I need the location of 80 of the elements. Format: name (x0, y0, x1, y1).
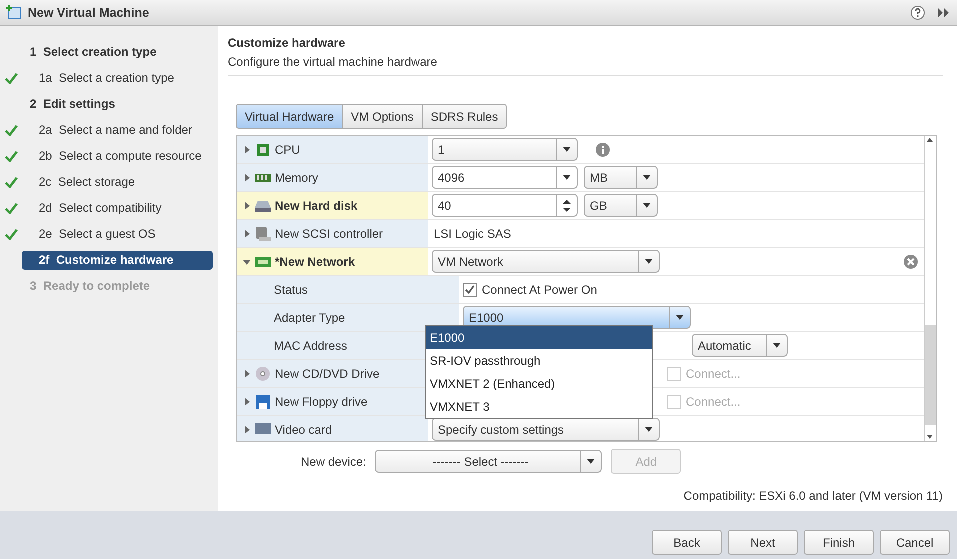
hardware-label: Memory (275, 170, 318, 184)
caret-icon (587, 459, 596, 464)
caret-icon (563, 147, 571, 152)
expand-arrow-icon[interactable] (243, 398, 251, 406)
step-group: 1 Select creation type (30, 42, 157, 62)
footer-button[interactable]: Cancel (880, 530, 950, 555)
hardware-label: CPU (275, 142, 300, 156)
expand-arrow-icon[interactable] (243, 202, 251, 210)
caret-icon (643, 175, 651, 180)
wizard-step[interactable]: 2e Select a guest OS (22, 224, 213, 244)
dropdown[interactable]: 1 (432, 138, 578, 161)
wizard-step[interactable]: 2d Select compatibility (22, 198, 213, 218)
expand-arrow-icon[interactable] (243, 230, 251, 238)
spinner-arrows-icon (563, 198, 571, 212)
network-card-icon (255, 254, 271, 268)
caret-icon (773, 343, 781, 348)
virtual-machine-icon (6, 5, 22, 20)
expand-arrow-icon[interactable] (243, 174, 251, 182)
checkbox-label: Connect At Power On (482, 282, 598, 296)
spinner-field[interactable]: 40 (432, 194, 578, 217)
wizard-step[interactable]: 1a Select a creation type (22, 68, 213, 88)
caret-icon (676, 315, 684, 320)
info-icon[interactable] (596, 142, 610, 156)
checkbox-label: Connect... (686, 366, 741, 380)
tab[interactable]: Virtual Hardware (236, 104, 344, 129)
new-device-label: New device: (301, 454, 366, 468)
hardware-label: Adapter Type (274, 310, 346, 324)
expand-icon[interactable] (937, 6, 951, 18)
hardware-label: Video card (275, 422, 332, 436)
page-title: Customize hardware (228, 36, 346, 50)
expand-arrow-icon[interactable] (243, 146, 251, 154)
window-title: New Virtual Machine (28, 6, 150, 20)
step-group: 3 Ready to complete (30, 276, 150, 296)
compatibility-text: Compatibility: ESXi 6.0 and later (VM version 11) (682, 489, 943, 503)
unit-dropdown[interactable]: MB (584, 166, 658, 189)
caret-icon (645, 259, 653, 264)
hardware-label: New Hard disk (275, 198, 358, 212)
monitor-icon (255, 422, 271, 436)
hardware-label: New SCSI controller (275, 226, 384, 240)
new-device-dropdown[interactable]: ------- Select ------- (375, 450, 602, 473)
checkbox[interactable] (463, 282, 477, 296)
wizard-step[interactable]: 2f Customize hardware (22, 250, 213, 270)
help-icon[interactable] (911, 6, 925, 20)
caret-icon (645, 427, 653, 432)
checkbox-label: Connect... (686, 394, 741, 408)
footer-button[interactable]: Finish (804, 530, 874, 555)
scroll-up-icon[interactable] (925, 136, 935, 144)
caret-icon (563, 175, 571, 180)
wizard-step[interactable]: 2b Select a compute resource (22, 146, 213, 166)
dropdown[interactable]: Specify custom settings (432, 418, 660, 441)
step-group: 2 Edit settings (30, 94, 116, 114)
scrollbar[interactable] (924, 136, 936, 441)
hardware-label: Status (274, 282, 308, 296)
chip-icon (255, 142, 271, 156)
floppy-icon (255, 394, 271, 408)
controller-icon (255, 226, 271, 240)
hardware-label: New CD/DVD Drive (275, 366, 380, 380)
value-text: LSI Logic SAS (433, 226, 512, 240)
caret-icon (643, 203, 651, 208)
wizard-step[interactable]: 2c Select storage (22, 172, 213, 192)
wizard-step[interactable]: 2a Select a name and folder (22, 120, 213, 140)
combo-field[interactable]: 4096 (432, 166, 578, 189)
footer-button[interactable]: Next (728, 530, 798, 555)
page-subtitle: Configure the virtual machine hardware (228, 55, 943, 76)
tab[interactable]: VM Options (342, 104, 423, 129)
tab[interactable]: SDRS Rules (422, 104, 508, 129)
expand-arrow-icon[interactable] (243, 370, 251, 378)
scroll-down-icon[interactable] (925, 433, 935, 441)
hardware-label: New Floppy drive (275, 394, 368, 408)
dropdown[interactable]: VM Network (432, 250, 660, 273)
hardware-label: *New Network (275, 254, 356, 268)
menu-option[interactable]: E1000 (426, 326, 652, 349)
remove-icon[interactable] (904, 254, 918, 268)
hardware-label: MAC Address (274, 338, 348, 352)
collapse-arrow-icon[interactable] (243, 258, 251, 266)
footer-button[interactable]: Back (652, 530, 722, 555)
expand-arrow-icon[interactable] (243, 426, 251, 434)
unit-dropdown[interactable]: Automatic (692, 334, 788, 357)
unit-dropdown[interactable]: GB (584, 194, 658, 217)
disc-icon (255, 366, 271, 380)
